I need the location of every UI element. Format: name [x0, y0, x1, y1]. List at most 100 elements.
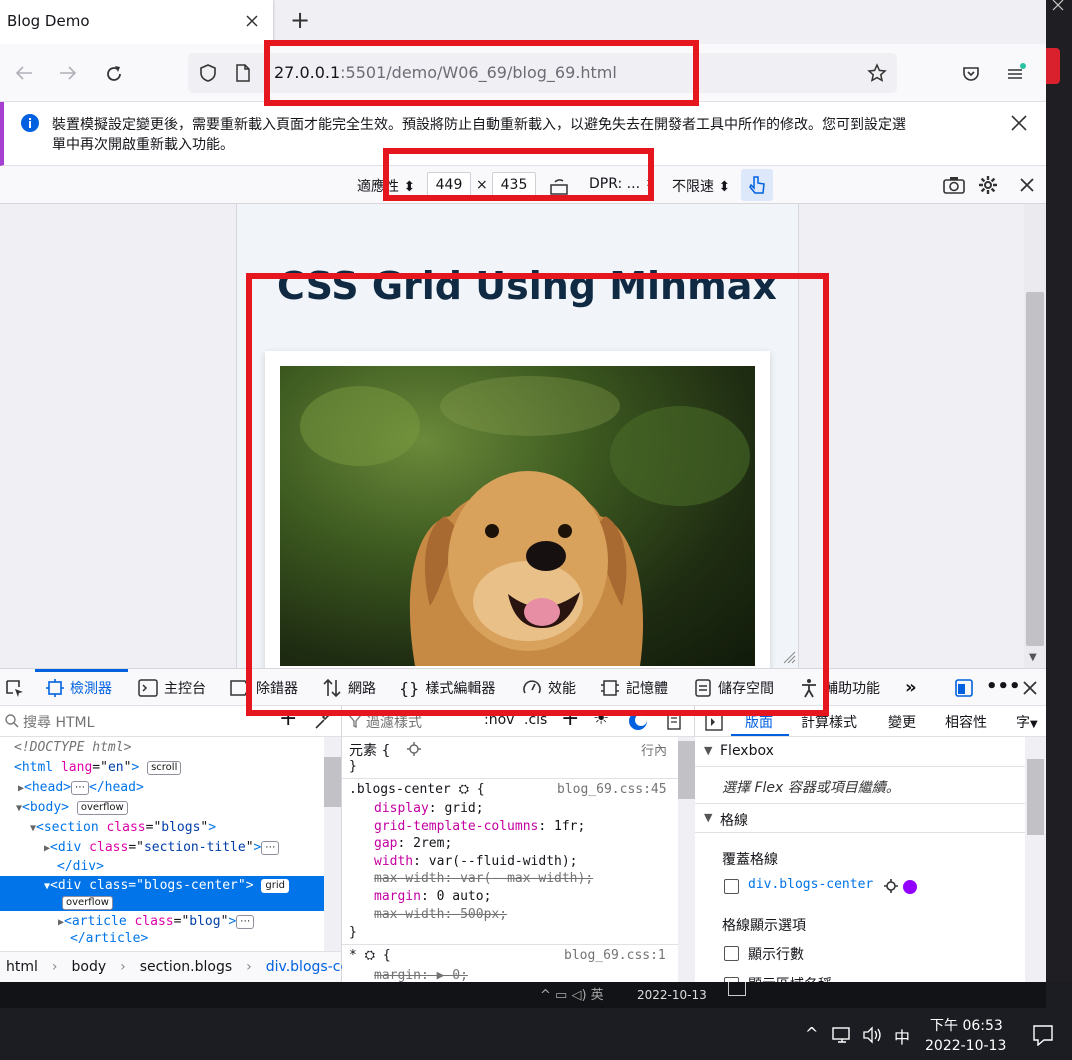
rules-scrollbar[interactable]: [678, 737, 695, 982]
body-tag: <body>: [22, 800, 69, 815]
universal-margin-decl[interactable]: margin: ▶ 0;: [374, 968, 468, 983]
tab-compatibility[interactable]: 相容性: [945, 712, 987, 732]
close-rdm-icon[interactable]: [1019, 177, 1035, 193]
css-declaration[interactable]: max-width: var(--max-width);: [374, 871, 593, 886]
markup-scrollbar[interactable]: [324, 737, 341, 951]
grid-overlay-checkbox[interactable]: [724, 879, 739, 894]
show-area-names-row[interactable]: 顯示區域名稱: [695, 971, 1025, 982]
css-property-name: gap: [374, 836, 398, 852]
scroll-badge[interactable]: scroll: [147, 760, 182, 775]
selected-overflow-badge[interactable]: overflow: [62, 896, 113, 910]
css-declaration[interactable]: margin: 0 auto;: [374, 889, 491, 904]
divider: [342, 778, 678, 779]
rule-node-icon[interactable]: ⛭: [459, 782, 469, 797]
close-notification-icon[interactable]: [1010, 114, 1028, 132]
body-node[interactable]: ▼<body> overflow: [16, 800, 128, 815]
bookmark-star-icon[interactable]: [867, 63, 887, 83]
rule-selector[interactable]: .blogs-center: [349, 782, 451, 797]
layout-scrollbar[interactable]: [1025, 737, 1046, 982]
grid-color-swatch[interactable]: [903, 880, 917, 894]
ime-indicator[interactable]: 中: [894, 1024, 910, 1048]
grid-badge[interactable]: grid: [261, 878, 289, 893]
breadcrumb-html[interactable]: html: [6, 959, 38, 975]
close-devtools-icon[interactable]: [1022, 680, 1038, 696]
clock-time[interactable]: 下午 06:53: [930, 1015, 1003, 1035]
more-tabs-chevron-icon[interactable]: »: [905, 677, 917, 698]
breadcrumb-body[interactable]: body: [72, 959, 107, 975]
css-declaration[interactable]: width: var(--fluid-width);: [374, 854, 578, 869]
head-node[interactable]: ▶<head> ⋯ </head>: [18, 780, 144, 795]
tab-inspector[interactable]: 檢測器: [46, 669, 112, 707]
tab-console-label: 主控台: [164, 681, 206, 697]
tab-blog-demo[interactable]: Blog Demo: [0, 0, 273, 44]
tab-inspector-label: 檢測器: [70, 681, 112, 697]
back-icon[interactable]: [14, 64, 34, 82]
menu-icon[interactable]: [1006, 62, 1028, 82]
collapsed-ellipsis-badge[interactable]: ⋯: [261, 840, 280, 855]
tab-fonts[interactable]: 字▼: [1016, 712, 1038, 732]
blogs-center-node[interactable]: ▼<div class="blogs-center"> grid: [44, 878, 289, 893]
page-info-icon[interactable]: [234, 63, 252, 83]
clock-date[interactable]: 2022-10-13: [925, 1038, 1006, 1054]
volume-icon[interactable]: [862, 1026, 884, 1044]
filter-icon: [348, 714, 362, 728]
devtools-menu-icon[interactable]: •••: [986, 676, 1021, 697]
flexbox-header[interactable]: ▼ Flexbox: [695, 737, 1025, 767]
collapsed-ellipsis-badge[interactable]: ⋯: [71, 780, 89, 795]
new-tab-button[interactable]: +: [290, 6, 310, 34]
element-picker-icon[interactable]: [5, 679, 25, 699]
section-title-node[interactable]: ▶<div class="section-title"> ⋯: [44, 840, 280, 855]
universal-source-link[interactable]: blog_69.css:1: [564, 948, 666, 963]
css-property-value: grid;: [444, 801, 484, 816]
breadcrumb-section[interactable]: section.blogs: [140, 959, 232, 975]
html-search-input[interactable]: 搜尋 HTML: [23, 712, 94, 732]
reload-icon[interactable]: [104, 64, 124, 84]
touch-simulation-icon[interactable]: [741, 169, 773, 201]
css-property-value: var(--max-width);: [460, 871, 594, 887]
background-ime: 英: [590, 988, 604, 1003]
css-colon: :: [413, 853, 429, 869]
selected-node-row[interactable]: ▼<div class="blogs-center"> grid overflo…: [0, 876, 324, 911]
tab-console[interactable]: 主控台: [138, 669, 206, 707]
div-close-tag: </div>: [57, 859, 104, 874]
tab-changes[interactable]: 變更: [888, 712, 916, 732]
scroll-down-arrow-icon[interactable]: ▼: [1029, 652, 1037, 663]
universal-selector[interactable]: *: [349, 948, 357, 963]
dock-toggle-icon[interactable]: [954, 678, 974, 698]
show-hidden-icons-chevron-icon[interactable]: ^: [805, 1024, 818, 1043]
tracking-shield-icon[interactable]: [198, 63, 218, 83]
node-target-icon[interactable]: [406, 741, 422, 757]
network-tray-icon[interactable]: [832, 1026, 854, 1044]
screenshot-icon[interactable]: [943, 176, 965, 194]
article-node[interactable]: ▶<article class="blog"> ⋯: [58, 914, 255, 929]
settings-gear-icon[interactable]: [978, 175, 998, 195]
divider: [0, 736, 341, 737]
highlight-node-icon[interactable]: [883, 878, 899, 894]
grid-header[interactable]: ▼ 格線: [695, 803, 1025, 833]
section-node[interactable]: ▼<section class="blogs">: [30, 820, 216, 835]
rule-source-link[interactable]: blog_69.css:45: [557, 782, 667, 797]
grid-display-options-title: 格線顯示選項: [722, 918, 806, 934]
throttle-select[interactable]: 不限速 ⬍: [672, 176, 730, 196]
universal-node-icon[interactable]: ⛭: [365, 948, 375, 963]
html-node[interactable]: <html lang="en"> scroll: [14, 760, 182, 775]
pocket-icon[interactable]: [961, 64, 981, 84]
css-declaration[interactable]: display: grid;: [374, 801, 484, 816]
css-property-value: 500px;: [460, 906, 508, 922]
collapse-arrow-icon: ▼: [704, 744, 713, 757]
notification-center-icon[interactable]: [1032, 1024, 1054, 1046]
show-line-numbers-checkbox[interactable]: [724, 946, 739, 961]
css-declaration[interactable]: grid-template-columns: 1fr;: [374, 819, 585, 834]
collapsed-ellipsis-badge[interactable]: ⋯: [236, 914, 255, 929]
close-tab-icon[interactable]: [245, 14, 259, 28]
css-colon: :: [420, 889, 437, 904]
page-scrollbar-thumb[interactable]: [1026, 292, 1044, 646]
body-overflow-badge[interactable]: overflow: [76, 800, 128, 815]
markup-scrollbar-thumb[interactable]: [324, 757, 341, 807]
css-declaration[interactable]: gap: 2rem;: [374, 836, 452, 851]
markup-pane: 搜尋 HTML + <!DOCTYPE html> <html lang="en…: [0, 706, 378, 982]
css-declaration[interactable]: max-width: 500px;: [374, 907, 507, 922]
forward-icon[interactable]: [58, 64, 78, 82]
rules-scrollbar-thumb[interactable]: [678, 741, 695, 799]
layout-scrollbar-thumb[interactable]: [1027, 759, 1044, 835]
